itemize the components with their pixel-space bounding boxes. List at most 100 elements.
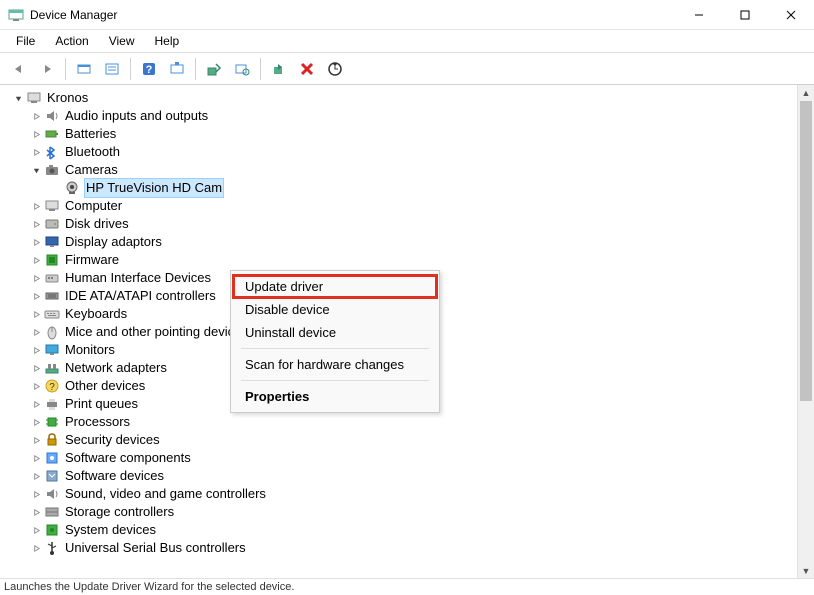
- statusbar: Launches the Update Driver Wizard for th…: [0, 578, 814, 595]
- context-menu-update-driver[interactable]: Update driver: [233, 275, 437, 298]
- storage-icon: [44, 504, 60, 520]
- minimize-button[interactable]: [676, 0, 722, 30]
- system-icon: [44, 522, 60, 538]
- context-menu-properties[interactable]: Properties: [233, 385, 437, 408]
- tree-category-label: Keyboards: [64, 305, 128, 323]
- tree-category[interactable]: Processors: [10, 413, 797, 431]
- tree-category[interactable]: Sound, video and game controllers: [10, 485, 797, 503]
- chevron-right-icon[interactable]: [30, 434, 42, 446]
- disk-icon: [44, 216, 60, 232]
- tree-category[interactable]: Audio inputs and outputs: [10, 107, 797, 125]
- tree-device[interactable]: HP TrueVision HD Cam: [10, 179, 797, 197]
- tree-root[interactable]: Kronos: [10, 89, 797, 107]
- window-title: Device Manager: [30, 8, 676, 22]
- security-icon: [44, 432, 60, 448]
- chevron-right-icon[interactable]: [30, 308, 42, 320]
- menubar: File Action View Help: [0, 30, 814, 52]
- monitor-icon: [44, 342, 60, 358]
- chevron-right-icon[interactable]: [30, 218, 42, 230]
- chevron-right-icon[interactable]: [30, 380, 42, 392]
- chevron-right-icon[interactable]: [30, 488, 42, 500]
- help-button[interactable]: ?: [136, 56, 162, 82]
- printer-icon: [44, 396, 60, 412]
- update-driver-button[interactable]: [201, 56, 227, 82]
- close-button[interactable]: [768, 0, 814, 30]
- show-hidden-button[interactable]: [71, 56, 97, 82]
- chevron-right-icon[interactable]: [30, 470, 42, 482]
- chevron-right-icon[interactable]: [30, 236, 42, 248]
- separator: [260, 58, 261, 80]
- separator: [65, 58, 66, 80]
- context-menu-uninstall-device[interactable]: Uninstall device: [233, 321, 437, 344]
- context-menu: Update driver Disable device Uninstall d…: [230, 270, 440, 413]
- tree-category-label: Mice and other pointing devices: [64, 323, 249, 341]
- tree-category-label: Print queues: [64, 395, 139, 413]
- chevron-right-icon[interactable]: [30, 506, 42, 518]
- enable-button[interactable]: [266, 56, 292, 82]
- forward-button[interactable]: [34, 56, 60, 82]
- maximize-button[interactable]: [722, 0, 768, 30]
- tree-category-label: Disk drives: [64, 215, 130, 233]
- context-menu-disable-device[interactable]: Disable device: [233, 298, 437, 321]
- chevron-right-icon[interactable]: [30, 452, 42, 464]
- computer-icon: [44, 198, 60, 214]
- tree-category[interactable]: Cameras: [10, 161, 797, 179]
- chevron-right-icon[interactable]: [30, 524, 42, 536]
- context-menu-scan-hardware[interactable]: Scan for hardware changes: [233, 353, 437, 376]
- tree-category[interactable]: Security devices: [10, 431, 797, 449]
- chevron-right-icon[interactable]: [30, 110, 42, 122]
- chevron-down-icon[interactable]: [12, 92, 24, 104]
- tree-category-label: Human Interface Devices: [64, 269, 212, 287]
- chevron-right-icon[interactable]: [30, 200, 42, 212]
- properties-button[interactable]: [99, 56, 125, 82]
- tree-category[interactable]: Storage controllers: [10, 503, 797, 521]
- menu-file[interactable]: File: [8, 32, 43, 50]
- chevron-right-icon[interactable]: [30, 326, 42, 338]
- tree-category-label: Batteries: [64, 125, 117, 143]
- separator: [241, 348, 429, 349]
- camera-icon: [44, 162, 60, 178]
- audio-icon: [44, 108, 60, 124]
- tree-category-label: Other devices: [64, 377, 146, 395]
- tree-category[interactable]: Software devices: [10, 467, 797, 485]
- usb-icon: [44, 540, 60, 556]
- chevron-right-icon[interactable]: [30, 416, 42, 428]
- tree-category[interactable]: Software components: [10, 449, 797, 467]
- scan-hardware-button[interactable]: [322, 56, 348, 82]
- tree-category[interactable]: Display adaptors: [10, 233, 797, 251]
- scroll-up-button[interactable]: ▲: [798, 85, 814, 101]
- svg-text:?: ?: [146, 64, 153, 76]
- separator: [130, 58, 131, 80]
- menu-action[interactable]: Action: [47, 32, 96, 50]
- scan-button[interactable]: [229, 56, 255, 82]
- chevron-right-icon[interactable]: [30, 542, 42, 554]
- back-button[interactable]: [6, 56, 32, 82]
- tree-category[interactable]: Computer: [10, 197, 797, 215]
- tree-category[interactable]: Disk drives: [10, 215, 797, 233]
- tree-category[interactable]: Bluetooth: [10, 143, 797, 161]
- statusbar-text: Launches the Update Driver Wizard for th…: [4, 581, 294, 593]
- chevron-right-icon[interactable]: [30, 290, 42, 302]
- tree-category-label: Monitors: [64, 341, 116, 359]
- scroll-down-button[interactable]: ▼: [798, 563, 814, 579]
- chevron-right-icon[interactable]: [30, 146, 42, 158]
- tree-category[interactable]: Batteries: [10, 125, 797, 143]
- uninstall-button[interactable]: [294, 56, 320, 82]
- tree-category[interactable]: System devices: [10, 521, 797, 539]
- action-button[interactable]: [164, 56, 190, 82]
- menu-view[interactable]: View: [101, 32, 143, 50]
- tree-category[interactable]: Firmware: [10, 251, 797, 269]
- chevron-right-icon[interactable]: [30, 344, 42, 356]
- menu-help[interactable]: Help: [147, 32, 188, 50]
- chevron-right-icon[interactable]: [30, 254, 42, 266]
- chevron-right-icon[interactable]: [30, 272, 42, 284]
- chevron-down-icon[interactable]: [30, 164, 42, 176]
- scroll-thumb[interactable]: [800, 101, 812, 401]
- chevron-right-icon[interactable]: [30, 362, 42, 374]
- swcomp-icon: [44, 450, 60, 466]
- tree-category-label: Software components: [64, 449, 192, 467]
- chevron-right-icon[interactable]: [30, 128, 42, 140]
- tree-category[interactable]: Universal Serial Bus controllers: [10, 539, 797, 557]
- chevron-right-icon[interactable]: [30, 398, 42, 410]
- vertical-scrollbar[interactable]: ▲ ▼: [797, 85, 814, 579]
